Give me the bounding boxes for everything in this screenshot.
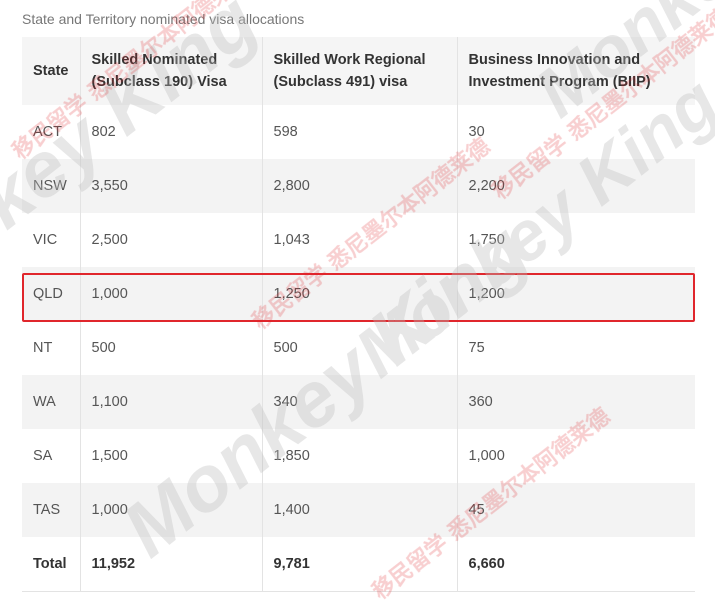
table-caption: State and Territory nominated visa alloc…	[22, 11, 305, 27]
cell-491: 2,800	[261, 159, 457, 213]
cell-190: 500	[79, 321, 262, 375]
table-row-highlighted: QLD 1,000 1,250 1,200	[22, 267, 695, 321]
header-state: State	[22, 37, 80, 105]
cell-190: 3,550	[79, 159, 262, 213]
cell-190: 802	[79, 105, 262, 159]
cell-state: QLD	[22, 267, 80, 321]
cell-biip: 1,200	[456, 267, 695, 321]
cell-190: 1,500	[79, 429, 262, 483]
header-subclass-190: Skilled Nominated (Subclass 190) Visa	[79, 37, 262, 105]
header-subclass-491: Skilled Work Regional (Subclass 491) vis…	[261, 37, 457, 105]
cell-state: Total	[22, 537, 80, 592]
cell-491: 1,250	[261, 267, 457, 321]
cell-491: 1,850	[261, 429, 457, 483]
cell-491: 500	[261, 321, 457, 375]
cell-491: 1,400	[261, 483, 457, 537]
cell-491: 340	[261, 375, 457, 429]
cell-491: 1,043	[261, 213, 457, 267]
cell-biip: 30	[456, 105, 695, 159]
table-row: WA 1,100 340 360	[22, 375, 695, 429]
table-row: NT 500 500 75	[22, 321, 695, 375]
table-row: ACT 802 598 30	[22, 105, 695, 159]
visa-allocation-table: State Skilled Nominated (Subclass 190) V…	[22, 37, 695, 592]
cell-biip: 1,750	[456, 213, 695, 267]
cell-491: 598	[261, 105, 457, 159]
cell-state: VIC	[33, 232, 58, 248]
table-row: SA 1,500 1,850 1,000	[22, 429, 695, 483]
cell-state: NSW	[22, 159, 80, 213]
cell-190: 1,000	[79, 267, 262, 321]
cell-biip: 45	[456, 483, 695, 537]
cell-state: WA	[22, 375, 80, 429]
cell-190: 11,952	[79, 537, 262, 592]
cell-state: TAS	[22, 483, 80, 537]
table-total-row: Total 11,952 9,781 6,660	[22, 537, 695, 592]
cell-biip: 2,200	[456, 159, 695, 213]
table-row: TAS 1,000 1,400 45	[22, 483, 695, 537]
table-row: VIC 2,500 1,043 1,750	[22, 213, 695, 267]
cell-491: 9,781	[261, 537, 457, 592]
cell-biip: 360	[456, 375, 695, 429]
table-row: NSW 3,550 2,800 2,200	[22, 159, 695, 213]
cell-190: 1,000	[79, 483, 262, 537]
cell-state: ACT	[33, 124, 62, 140]
cell-190: 1,100	[79, 375, 262, 429]
header-biip: Business Innovation and Investment Progr…	[456, 37, 695, 105]
cell-biip: 6,660	[456, 537, 695, 592]
cell-biip: 75	[456, 321, 695, 375]
table-header-row: State Skilled Nominated (Subclass 190) V…	[22, 37, 695, 105]
cell-190: 2,500	[79, 213, 262, 267]
cell-biip: 1,000	[456, 429, 695, 483]
cell-state: NT	[33, 340, 53, 356]
cell-state: SA	[33, 448, 53, 464]
